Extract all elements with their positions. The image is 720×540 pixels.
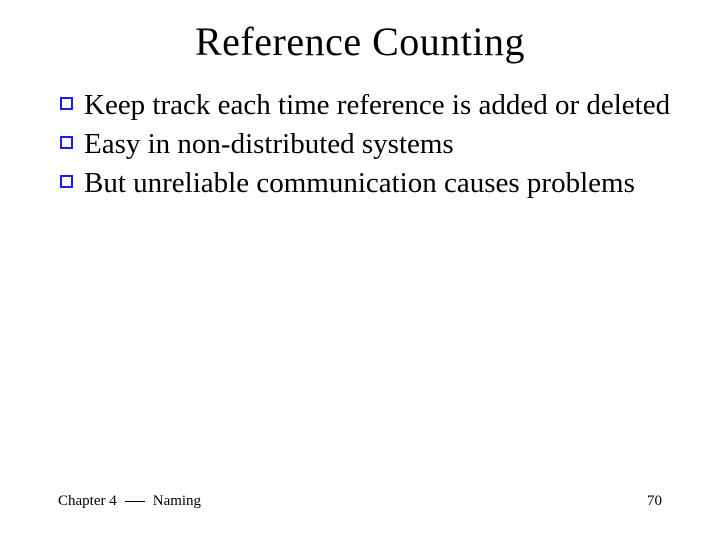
- bullet-text: But unreliable communication causes prob…: [84, 167, 635, 199]
- chapter-prefix: Chapter 4: [58, 493, 117, 510]
- bullet-text: Keep track each time reference is added …: [84, 89, 670, 121]
- list-item: Easy in non-distributed systems: [60, 126, 676, 163]
- chapter-name: Naming: [153, 493, 201, 510]
- list-item: But unreliable communication causes prob…: [60, 165, 676, 202]
- footer-chapter: Chapter 4 Naming: [58, 493, 201, 510]
- bullet-list: Keep track each time reference is added …: [44, 87, 676, 202]
- square-bullet-icon: [60, 136, 73, 149]
- slide: Reference Counting Keep track each time …: [0, 0, 720, 540]
- emdash-icon: [125, 501, 145, 502]
- square-bullet-icon: [60, 97, 73, 110]
- square-bullet-icon: [60, 175, 73, 188]
- page-number: 70: [647, 493, 662, 510]
- slide-title: Reference Counting: [44, 18, 676, 65]
- bullet-text: Easy in non-distributed systems: [84, 128, 454, 160]
- list-item: Keep track each time reference is added …: [60, 87, 676, 124]
- slide-footer: Chapter 4 Naming 70: [58, 493, 662, 510]
